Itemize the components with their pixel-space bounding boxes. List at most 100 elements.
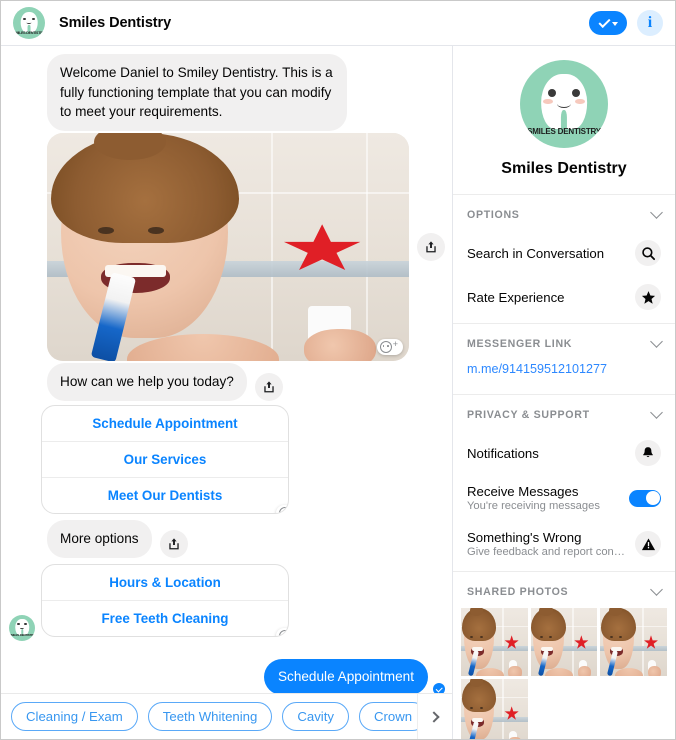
- check-icon: [597, 15, 611, 28]
- row-text: Something's Wrong Give feedback and repo…: [467, 530, 627, 558]
- conversation-header: SMILES DENTISTRY Smiles Dentistry i: [1, 1, 675, 46]
- message-bubble-incoming: More options: [47, 519, 152, 558]
- share-message-button[interactable]: [159, 529, 188, 558]
- message-list: Welcome Daniel to Smiley Dentistry. This…: [1, 46, 452, 739]
- sidebar-page-name: Smiles Dentistry: [501, 160, 627, 177]
- page-title: Smiles Dentistry: [59, 15, 172, 31]
- sidebar-section-title: MESSENGER LINK: [467, 338, 573, 350]
- add-reaction-icon: [278, 629, 288, 636]
- quick-menu-card-2: Hours & Location Free Teeth Cleaning +: [41, 563, 289, 637]
- message-row-welcome: Welcome Daniel to Smiley Dentistry. This…: [1, 54, 452, 132]
- share-photo-button[interactable]: [417, 233, 445, 262]
- chevron-down-icon: [650, 206, 663, 219]
- sidebar-section-title: OPTIONS: [467, 209, 520, 221]
- row-sublabel: You're receiving messages: [467, 500, 600, 512]
- quick-menu-card-2-wrap: Hours & Location Free Teeth Cleaning +: [1, 560, 289, 641]
- quick-reply-teeth-whitening[interactable]: Teeth Whitening: [147, 702, 273, 731]
- sidebar-section-shared-photos-header[interactable]: SHARED PHOTOS: [453, 572, 675, 608]
- share-message-button[interactable]: [254, 372, 283, 401]
- shared-photos-grid: [453, 608, 675, 739]
- receive-messages-toggle[interactable]: [629, 489, 661, 507]
- sidebar-section-options-header[interactable]: OPTIONS: [453, 195, 675, 231]
- message-row-help: How can we help you today?: [1, 363, 452, 401]
- quick-menu-card-1-wrap: Schedule Appointment Our Services Meet O…: [1, 404, 452, 514]
- warning-triangle-icon: [641, 538, 655, 550]
- row-text: Search in Conversation: [467, 246, 627, 261]
- chevron-down-icon: [650, 583, 663, 596]
- info-circle-icon: i: [647, 14, 653, 31]
- info-button[interactable]: i: [637, 10, 663, 36]
- photo-girl-brushing-teeth: [600, 608, 667, 676]
- header-avatar[interactable]: SMILES DENTISTRY: [13, 7, 45, 39]
- menu-option-schedule-appointment[interactable]: Schedule Appointment: [42, 406, 288, 441]
- star-icon: [641, 290, 655, 304]
- menu-option-meet-our-dentists[interactable]: Meet Our Dentists: [42, 476, 288, 513]
- message-thread[interactable]: Welcome Daniel to Smiley Dentistry. This…: [1, 46, 453, 739]
- photo-girl-brushing-teeth: [461, 679, 528, 739]
- plus-icon: +: [392, 339, 398, 350]
- header-actions: i: [589, 10, 663, 36]
- messenger-link[interactable]: m.me/914159512101277: [453, 360, 675, 390]
- attached-photo[interactable]: +: [47, 133, 409, 362]
- star-icon-button[interactable]: [635, 284, 661, 310]
- menu-option-our-services[interactable]: Our Services: [42, 440, 288, 477]
- sidebar-profile: SMILES DENTISTRY Smiles Dentistry: [453, 46, 675, 195]
- menu-option-free-teeth-cleaning[interactable]: Free Teeth Cleaning: [42, 599, 288, 636]
- shared-photo-thumbnail[interactable]: [461, 679, 528, 739]
- logo-caption: SMILES DENTISTRY: [527, 126, 601, 136]
- quick-reply-cleaning-exam[interactable]: Cleaning / Exam: [11, 702, 138, 731]
- chevron-right-icon: [428, 710, 440, 723]
- sidebar-row-rate-experience[interactable]: Rate Experience: [453, 275, 675, 319]
- quick-reply-scroll-next-button[interactable]: [417, 694, 452, 739]
- verified-check-button[interactable]: [589, 11, 627, 35]
- photo-girl-brushing-teeth: [530, 608, 598, 676]
- message-row-photo: +: [1, 133, 452, 362]
- quick-reply-bar: Cleaning / Exam Teeth Whitening Cavity C…: [1, 693, 452, 739]
- row-sublabel: Give feedback and report convers…: [467, 546, 627, 558]
- messenger-window: SMILES DENTISTRY Smiles Dentistry i Welc…: [0, 0, 676, 740]
- quick-menu-card-1: Schedule Appointment Our Services Meet O…: [41, 404, 289, 514]
- row-text: Rate Experience: [467, 290, 627, 305]
- row-label: Notifications: [467, 445, 539, 461]
- warning-icon-button[interactable]: [635, 531, 661, 557]
- bell-icon-button[interactable]: [635, 440, 661, 466]
- sidebar-section-messenger-link-header[interactable]: MESSENGER LINK: [453, 324, 675, 360]
- add-reaction-icon: [379, 341, 392, 354]
- shared-photo-thumbnail[interactable]: [530, 608, 598, 676]
- sidebar-row-somethings-wrong[interactable]: Something's Wrong Give feedback and repo…: [453, 521, 675, 567]
- sidebar-row-receive-messages[interactable]: Receive Messages You're receiving messag…: [453, 475, 675, 521]
- row-label: Something's Wrong: [467, 530, 582, 545]
- message-bubble-incoming: Welcome Daniel to Smiley Dentistry. This…: [47, 54, 347, 132]
- photo-girl-brushing-teeth: [47, 133, 409, 362]
- search-icon-button[interactable]: [635, 240, 661, 266]
- message-bubble-outgoing: Schedule Appointment: [263, 658, 428, 695]
- message-row-quick-menu-2: SMILES DENTISTRY Hours & Location Free T…: [1, 560, 452, 641]
- share-upload-icon: [168, 537, 179, 549]
- menu-option-hours-location[interactable]: Hours & Location: [42, 565, 288, 600]
- shared-photo-thumbnail[interactable]: [600, 608, 667, 676]
- sidebar-row-notifications[interactable]: Notifications: [453, 431, 675, 475]
- row-text: Notifications: [467, 446, 627, 461]
- row-text: Receive Messages You're receiving messag…: [467, 484, 621, 512]
- row-label: Rate Experience: [467, 289, 565, 305]
- search-icon: [641, 246, 655, 260]
- shared-photo-thumbnail[interactable]: [461, 608, 528, 676]
- sidebar-section-title: PRIVACY & SUPPORT: [467, 409, 590, 421]
- sidebar-section-privacy-support-header[interactable]: PRIVACY & SUPPORT: [453, 395, 675, 431]
- message-row-outgoing: Schedule Appointment: [1, 658, 452, 695]
- tooth-logo-icon: SMILES DENTISTRY: [520, 60, 608, 148]
- message-row-more-options: More options: [1, 519, 452, 558]
- add-reaction-button[interactable]: +: [376, 339, 403, 356]
- add-reaction-icon: [278, 506, 288, 513]
- share-upload-icon: [426, 241, 436, 253]
- tooth-logo-avatar-icon: SMILES DENTISTRY: [13, 7, 45, 39]
- details-sidebar: SMILES DENTISTRY Smiles Dentistry OPTION…: [453, 46, 675, 739]
- add-reaction-button[interactable]: +: [275, 504, 288, 513]
- sidebar-row-search-in-conversation[interactable]: Search in Conversation: [453, 231, 675, 275]
- quick-reply-cavity[interactable]: Cavity: [282, 702, 349, 731]
- row-label: Search in Conversation: [467, 245, 605, 261]
- sidebar-logo[interactable]: SMILES DENTISTRY: [520, 60, 608, 148]
- row-label: Receive Messages: [467, 484, 579, 499]
- chevron-down-icon: [650, 406, 663, 419]
- photo-girl-brushing-teeth: [461, 608, 528, 676]
